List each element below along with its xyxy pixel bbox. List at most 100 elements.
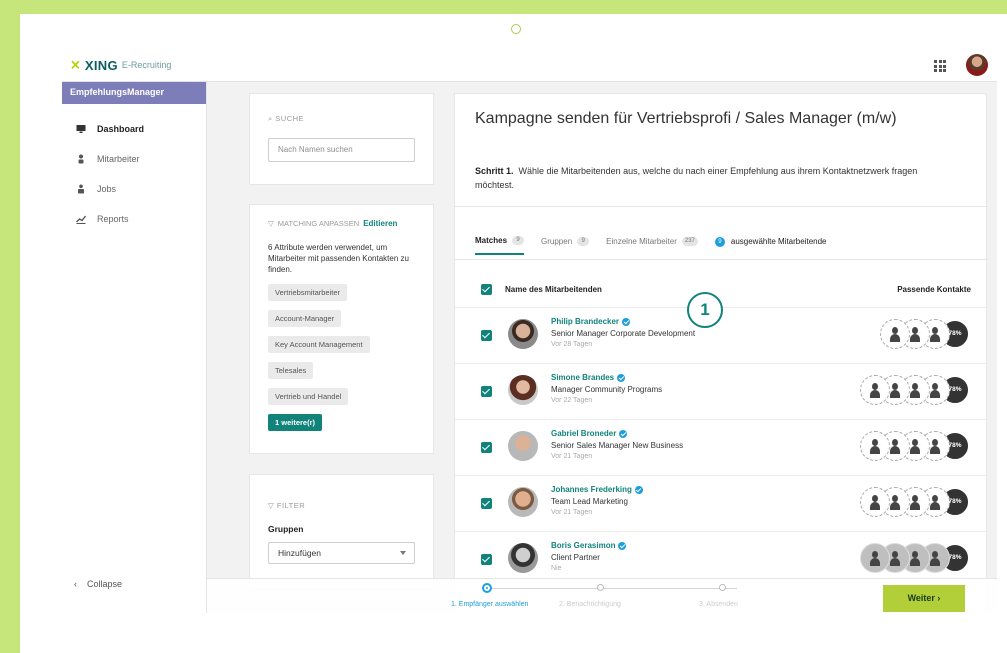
employee-photo [508, 543, 538, 573]
funnel-icon: ▽ [268, 219, 274, 228]
filter-card: ▽ FILTER Gruppen Hinzufügen [249, 474, 434, 589]
callout-marker: 1 [687, 292, 723, 328]
matching-contacts[interactable]: 78% [860, 487, 970, 517]
brand-name: XING [84, 57, 118, 73]
search-input[interactable]: Nach Namen suchen [268, 138, 415, 162]
employee-photo [508, 431, 538, 461]
employee-last-seen: Vor 21 Tagen [551, 509, 593, 516]
progress-step-label: 2. Benachrichtigung [559, 601, 621, 608]
row-checkbox[interactable] [481, 498, 492, 509]
employee-role: Senior Sales Manager New Business [551, 441, 684, 450]
chart-icon [76, 215, 86, 224]
count-badge: 9 [577, 237, 590, 246]
contact-placeholder-icon [860, 431, 890, 461]
frame-top-border [0, 0, 1007, 14]
employee-photo [508, 487, 538, 517]
sidebar-item-jobs[interactable]: Jobs [62, 174, 206, 204]
employee-last-seen: Nie [551, 565, 562, 572]
employee-role: Manager Community Programs [551, 385, 663, 394]
attribute-tag: Vertriebsmitarbeiter [268, 284, 348, 301]
row-checkbox[interactable] [481, 442, 492, 453]
verified-icon [619, 429, 628, 438]
employee-last-seen: Vor 22 Tagen [551, 397, 593, 404]
table-header: Name des Mitarbeitenden Passende Kontakt… [481, 284, 971, 298]
matching-header: ▽ MATCHING ANPASSEN Editieren [268, 219, 417, 228]
matching-contacts[interactable]: 78% [860, 375, 970, 405]
verified-icon [618, 541, 627, 550]
row-checkbox[interactable] [481, 386, 492, 397]
tabs-divider [455, 259, 988, 260]
progress-step-2 [597, 584, 604, 591]
row-checkbox[interactable] [481, 554, 492, 565]
tab-einzelne-mitarbeiter[interactable]: Einzelne Mitarbeiter 237 [606, 237, 698, 254]
employee-name[interactable]: Johannes Frederking [551, 485, 643, 494]
collapse-button[interactable]: ‹ Collapse [74, 579, 122, 589]
tab-gruppen[interactable]: Gruppen 9 [541, 237, 590, 254]
contact-placeholder-icon [860, 487, 890, 517]
sidebar-item-dashboard[interactable]: Dashboard [62, 114, 206, 144]
employee-name[interactable]: Simone Brandes [551, 373, 626, 382]
tab-matches[interactable]: Matches 9 [475, 236, 525, 255]
progress-line [487, 588, 737, 589]
employee-name[interactable]: Philip Brandecker [551, 317, 631, 326]
selected-count[interactable]: 9 ausgewählte Mitarbeitende [714, 236, 827, 255]
groups-select[interactable]: Hinzufügen [268, 542, 415, 564]
progress-step-1[interactable] [482, 583, 492, 593]
employee-last-seen: Vor 28 Tagen [551, 341, 593, 348]
column-header-name: Name des Mitarbeitenden [505, 285, 602, 294]
employee-name[interactable]: Gabriel Broneder [551, 429, 628, 438]
filter-label: ▽ FILTER [268, 501, 306, 510]
search-icon: ⌕ [268, 114, 273, 123]
count-badge: 9 [512, 236, 525, 245]
filter-column: ⌕ SUCHE Nach Namen suchen ▽ MATCHING ANP… [249, 93, 434, 589]
next-button[interactable]: Weiter › [883, 585, 965, 612]
wizard-bar: 1. Empfänger auswählen 2. Benachrichtigu… [207, 578, 997, 613]
verified-icon [622, 317, 631, 326]
top-bar: ⨯ XING E-Recruiting [62, 48, 997, 82]
chevron-down-icon [400, 551, 406, 555]
frame-left-border [0, 0, 20, 653]
employee-role: Team Lead Marketing [551, 497, 628, 506]
employee-name[interactable]: Boris Gerasimon [551, 541, 627, 550]
matching-contacts[interactable]: 78% [880, 319, 970, 349]
verified-icon [634, 485, 643, 494]
matching-contacts[interactable]: 78% [860, 543, 970, 573]
matching-card: ▽ MATCHING ANPASSEN Editieren 6 Attribut… [249, 204, 434, 454]
employee-role: Client Partner [551, 553, 600, 562]
contact-placeholder-icon [880, 319, 910, 349]
matching-description: 6 Attribute werden verwendet, um Mitarbe… [268, 243, 409, 274]
search-card: ⌕ SUCHE Nach Namen suchen [249, 93, 434, 185]
attribute-tag: Account-Manager [268, 310, 342, 327]
progress-step-label: 3. Absenden [699, 601, 738, 608]
step-description: Schritt 1. Wähle die Mitarbeitenden aus,… [475, 164, 955, 192]
verified-icon [617, 373, 626, 382]
briefcase-person-icon [78, 184, 84, 194]
more-attributes-button[interactable]: 1 weitere(r) [268, 414, 323, 431]
progress-step-label: 1. Empfänger auswählen [451, 601, 529, 608]
select-all-checkbox[interactable] [481, 284, 492, 295]
table-row[interactable]: Simone Brandes Manager Community Program… [455, 363, 988, 419]
user-avatar[interactable] [966, 54, 988, 76]
sidebar-item-mitarbeiter[interactable]: Mitarbeiter [62, 144, 206, 174]
count-badge: 237 [681, 237, 698, 246]
apps-grid-icon[interactable] [934, 60, 946, 72]
table-row[interactable]: Johannes Frederking Team Lead Marketing … [455, 475, 988, 531]
app-window: ⨯ XING E-Recruiting EmpfehlungsManager D… [62, 48, 997, 613]
sidebar-header: EmpfehlungsManager [62, 82, 206, 104]
employee-last-seen: Vor 21 Tagen [551, 453, 593, 460]
step-text: Wähle die Mitarbeitenden aus, welche du … [475, 166, 918, 190]
employee-photo [508, 375, 538, 405]
edit-matching-link[interactable]: Editieren [363, 219, 397, 228]
employee-photo [508, 319, 538, 349]
sidebar-item-reports[interactable]: Reports [62, 204, 206, 234]
attribute-tag: Vertrieb und Handel [268, 388, 349, 405]
matching-contacts[interactable]: 78% [860, 431, 970, 461]
attribute-tag: Key Account Management [268, 336, 370, 353]
table-row[interactable]: Gabriel Broneder Senior Sales Manager Ne… [455, 419, 988, 475]
step-label: Schritt 1. [475, 166, 514, 176]
row-checkbox[interactable] [481, 330, 492, 341]
frame-corner [20, 14, 46, 40]
contact-placeholder-icon [860, 375, 890, 405]
xing-logo[interactable]: ⨯ XING E-Recruiting [70, 57, 171, 73]
sidebar-item-label: Dashboard [97, 124, 145, 134]
